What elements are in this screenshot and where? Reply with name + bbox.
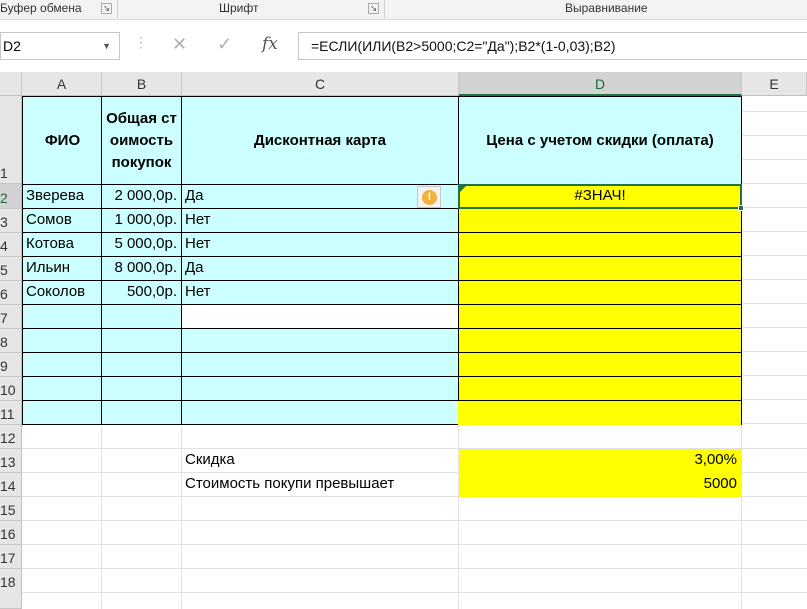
- table-cell-empty[interactable]: [458, 352, 742, 377]
- clipboard-launcher-icon[interactable]: ↘: [101, 3, 112, 14]
- row-header[interactable]: 7: [0, 305, 22, 329]
- font-launcher-icon[interactable]: ↘: [368, 3, 379, 14]
- table-cell-empty[interactable]: [22, 304, 103, 329]
- table-cell-empty[interactable]: [458, 400, 742, 425]
- table-cell-empty[interactable]: [101, 400, 182, 425]
- enter-icon[interactable]: ✓: [217, 34, 232, 55]
- table-cell-price[interactable]: [458, 232, 742, 257]
- row-header[interactable]: 2: [0, 184, 22, 209]
- table-cell-empty[interactable]: [181, 304, 459, 329]
- table-cell-total[interactable]: 2 000,0р.: [101, 184, 182, 209]
- table-cell-empty[interactable]: [22, 352, 103, 377]
- ribbon-separator: [117, 0, 118, 18]
- gridline: [101, 425, 102, 609]
- table-cell-empty[interactable]: [458, 328, 742, 353]
- table-cell-card[interactable]: Нет: [181, 208, 459, 233]
- table-cell-price[interactable]: [458, 256, 742, 281]
- row-header[interactable]: 4: [0, 233, 22, 257]
- cell-b1[interactable]: Общая стоимость покупок: [101, 96, 182, 185]
- table-cell-empty[interactable]: [101, 328, 182, 353]
- active-cell-selection: [458, 184, 742, 209]
- ribbon-group-labels: [0, 0, 807, 20]
- table-cell-price[interactable]: [458, 208, 742, 233]
- row-header[interactable]: 1: [0, 96, 22, 184]
- row-header[interactable]: 15: [0, 497, 22, 521]
- table-cell-empty[interactable]: [458, 304, 742, 329]
- gridline: [741, 425, 742, 609]
- table-cell-card[interactable]: Нет: [181, 232, 459, 257]
- chevron-down-icon[interactable]: ▼: [102, 33, 111, 59]
- formula-bar-grip-icon: ⋮: [134, 34, 148, 50]
- table-cell-name[interactable]: Сомов: [22, 208, 103, 233]
- ribbon-group-font: Шрифт: [219, 1, 259, 15]
- grid-column-e: [742, 96, 807, 425]
- table-cell-total[interactable]: 8 000,0р.: [101, 256, 182, 281]
- table-cell-empty[interactable]: [181, 400, 459, 425]
- column-header-e[interactable]: E: [742, 72, 807, 96]
- name-box[interactable]: D2 ▼: [0, 32, 120, 60]
- name-box-value: D2: [3, 38, 21, 54]
- table-cell-empty[interactable]: [22, 400, 103, 425]
- threshold-value[interactable]: 5000: [459, 473, 741, 497]
- row-header[interactable]: 5: [0, 257, 22, 281]
- table-cell-price[interactable]: [458, 280, 742, 305]
- error-options-button[interactable]: !: [417, 186, 441, 208]
- header-card: Дисконтная карта: [254, 131, 386, 149]
- insert-function-icon[interactable]: fx: [262, 34, 278, 54]
- table-cell-empty[interactable]: [181, 352, 459, 377]
- table-cell-name[interactable]: Котова: [22, 232, 103, 257]
- cell-a1[interactable]: ФИО: [22, 96, 103, 185]
- row-header[interactable]: 9: [0, 353, 22, 377]
- table-cell-empty[interactable]: [458, 376, 742, 401]
- row-header[interactable]: 10: [0, 377, 22, 401]
- row-header[interactable]: 13: [0, 449, 22, 473]
- row-header[interactable]: 16: [0, 521, 22, 545]
- column-header-c[interactable]: C: [182, 72, 459, 96]
- table-cell-total[interactable]: 1 000,0р.: [101, 208, 182, 233]
- row-header[interactable]: 14: [0, 473, 22, 497]
- table-cell-total[interactable]: 500,0р.: [101, 280, 182, 305]
- ribbon-group-clipboard: Буфер обмена: [0, 1, 82, 15]
- cell-c1[interactable]: Дисконтная карта: [181, 96, 459, 185]
- row-header[interactable]: 11: [0, 401, 22, 425]
- select-all-corner[interactable]: [0, 72, 22, 96]
- ribbon-separator: [384, 0, 385, 18]
- table-cell-empty[interactable]: [22, 328, 103, 353]
- row-header[interactable]: 6: [0, 281, 22, 305]
- header-fio: ФИО: [44, 131, 81, 149]
- discount-value[interactable]: 3,00%: [459, 449, 741, 473]
- threshold-label[interactable]: Стоимость покупи превышает: [182, 473, 458, 497]
- table-cell-total[interactable]: 5 000,0р.: [101, 232, 182, 257]
- column-header-d[interactable]: D: [459, 72, 742, 96]
- table-cell-name[interactable]: Ильин: [22, 256, 103, 281]
- table-cell-empty[interactable]: [101, 352, 182, 377]
- column-header-b[interactable]: B: [102, 72, 182, 96]
- cell-d1[interactable]: Цена с учетом скидки (оплата): [458, 96, 742, 185]
- row-header[interactable]: 3: [0, 209, 22, 233]
- table-cell-empty[interactable]: [101, 304, 182, 329]
- column-header-a[interactable]: A: [22, 72, 102, 96]
- row-header[interactable]: 18: [0, 569, 22, 609]
- cancel-icon[interactable]: ✕: [172, 34, 187, 55]
- table-cell-name[interactable]: Зверева: [22, 184, 103, 209]
- table-cell-card[interactable]: Да: [181, 256, 459, 281]
- formula-input[interactable]: =ЕСЛИ(ИЛИ(B2>5000;C2="Да");B2*(1-0,03);B…: [298, 32, 807, 60]
- fill-handle[interactable]: [738, 205, 744, 211]
- table-cell-empty[interactable]: [22, 376, 103, 401]
- row-header[interactable]: 12: [0, 425, 22, 449]
- ribbon-group-alignment: Выравнивание: [565, 1, 648, 15]
- header-price: Цена с учетом скидки (оплата): [486, 131, 714, 149]
- row-header[interactable]: 17: [0, 545, 22, 569]
- table-cell-name[interactable]: Соколов: [22, 280, 103, 305]
- table-cell-empty[interactable]: [181, 328, 459, 353]
- discount-label[interactable]: Скидка: [182, 449, 458, 473]
- row-header[interactable]: 8: [0, 329, 22, 353]
- table-cell-card[interactable]: Нет: [181, 280, 459, 305]
- header-total: Общая стоимость покупок: [106, 109, 177, 171]
- table-cell-empty[interactable]: [101, 376, 182, 401]
- table-cell-empty[interactable]: [181, 376, 459, 401]
- warning-icon: !: [422, 190, 437, 205]
